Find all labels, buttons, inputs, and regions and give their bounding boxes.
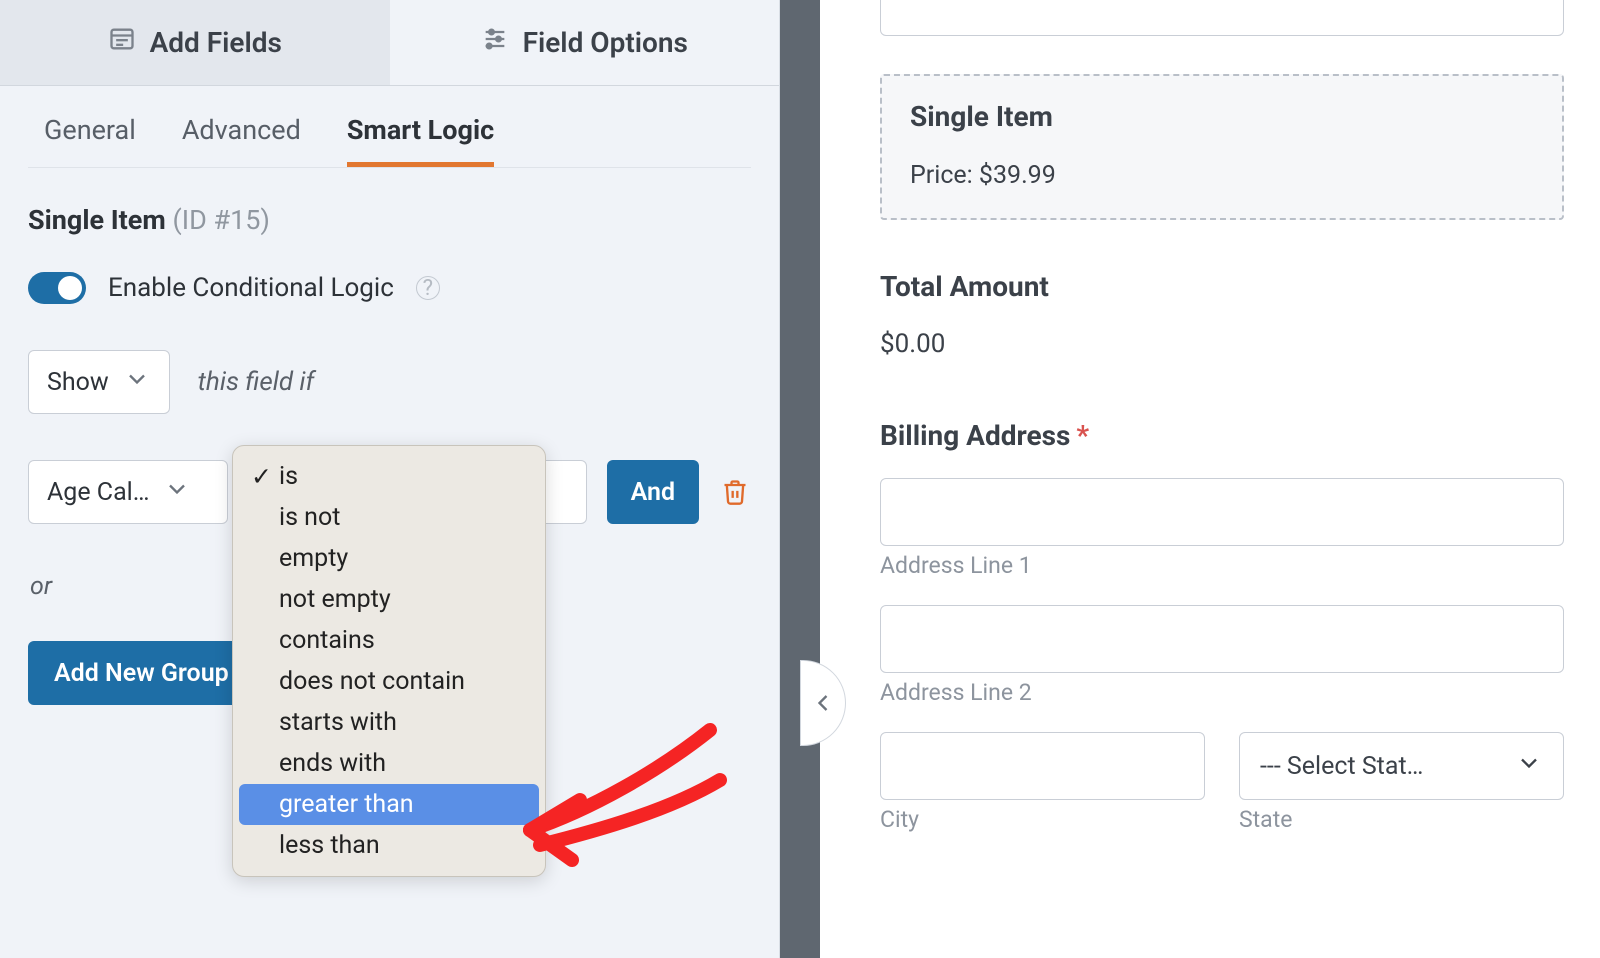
billing-address-group: Billing Address* Address Line 1 Address …: [880, 419, 1564, 833]
operator-option-starts-with[interactable]: starts with: [239, 702, 539, 743]
operator-option-less-than[interactable]: less than: [239, 825, 539, 866]
single-item-title: Single Item: [910, 100, 1534, 133]
operator-option-is-not[interactable]: is not: [239, 497, 539, 538]
address-line1-label: Address Line 1: [880, 552, 1564, 579]
address-line1-input[interactable]: [880, 478, 1564, 546]
billing-label-text: Billing Address: [880, 419, 1070, 452]
help-icon[interactable]: ?: [416, 276, 440, 300]
operator-option-is[interactable]: is: [239, 456, 539, 497]
form-preview: Single Item Price: $39.99 Total Amount $…: [820, 0, 1600, 958]
single-item-price: Price: $39.99: [910, 161, 1534, 190]
conditional-logic-toggle[interactable]: [28, 272, 86, 304]
subtab-general[interactable]: General: [44, 114, 136, 167]
chevron-down-icon: [123, 365, 151, 400]
operator-option-contains[interactable]: contains: [239, 620, 539, 661]
action-select-value: Show: [47, 368, 109, 397]
enable-conditional-row: Enable Conditional Logic ?: [28, 272, 751, 304]
state-select[interactable]: --- Select Stat…: [1239, 732, 1564, 800]
operator-option-ends-with[interactable]: ends with: [239, 743, 539, 784]
delete-rule-button[interactable]: [719, 476, 751, 508]
operator-dropdown[interactable]: isis notemptynot emptycontainsdoes not c…: [232, 445, 546, 877]
field-name: Single Item: [28, 204, 166, 236]
preview-input-blank[interactable]: [880, 0, 1564, 36]
action-select[interactable]: Show: [28, 350, 170, 414]
operator-option-greater-than[interactable]: greater than: [239, 784, 539, 825]
top-tabs: Add Fields Field Options: [0, 0, 779, 86]
total-value: $0.00: [880, 329, 1564, 359]
single-item-card[interactable]: Single Item Price: $39.99: [880, 74, 1564, 220]
rule-field-select[interactable]: Age Cal…: [28, 460, 228, 524]
tab-add-fields[interactable]: Add Fields: [0, 0, 390, 85]
address-line2-input[interactable]: [880, 605, 1564, 673]
city-input[interactable]: [880, 732, 1205, 800]
state-label: State: [1239, 806, 1564, 833]
chevron-down-icon: [1515, 749, 1543, 784]
subtab-advanced[interactable]: Advanced: [182, 114, 301, 167]
form-icon: [108, 25, 136, 60]
operator-option-does-not-contain[interactable]: does not contain: [239, 661, 539, 702]
condition-action-row: Show this field if: [28, 350, 751, 414]
tab-field-options-label: Field Options: [523, 26, 688, 59]
and-button[interactable]: And: [607, 460, 699, 524]
required-asterisk: *: [1076, 419, 1089, 452]
add-new-group-button[interactable]: Add New Group: [28, 641, 238, 705]
field-id: (ID #15): [172, 204, 269, 236]
sliders-icon: [481, 25, 509, 60]
subtab-smart-logic[interactable]: Smart Logic: [347, 114, 494, 167]
chevron-down-icon: [163, 475, 191, 510]
tab-add-fields-label: Add Fields: [150, 26, 282, 59]
operator-option-not-empty[interactable]: not empty: [239, 579, 539, 620]
state-select-placeholder: --- Select Stat…: [1260, 752, 1423, 781]
enable-conditional-label: Enable Conditional Logic: [108, 273, 394, 303]
total-label: Total Amount: [880, 270, 1564, 303]
address-line2-label: Address Line 2: [880, 679, 1564, 706]
tab-field-options[interactable]: Field Options: [390, 0, 780, 85]
city-label: City: [880, 806, 1205, 833]
rule-field-value: Age Cal…: [47, 478, 149, 507]
panel-divider[interactable]: [780, 0, 820, 958]
builder-sidebar: Add Fields Field Options General Advance…: [0, 0, 780, 958]
billing-label: Billing Address*: [880, 419, 1564, 452]
operator-option-empty[interactable]: empty: [239, 538, 539, 579]
field-header: Single Item (ID #15): [28, 204, 751, 236]
sub-tabs: General Advanced Smart Logic: [0, 86, 779, 167]
condition-suffix: this field if: [198, 367, 315, 397]
